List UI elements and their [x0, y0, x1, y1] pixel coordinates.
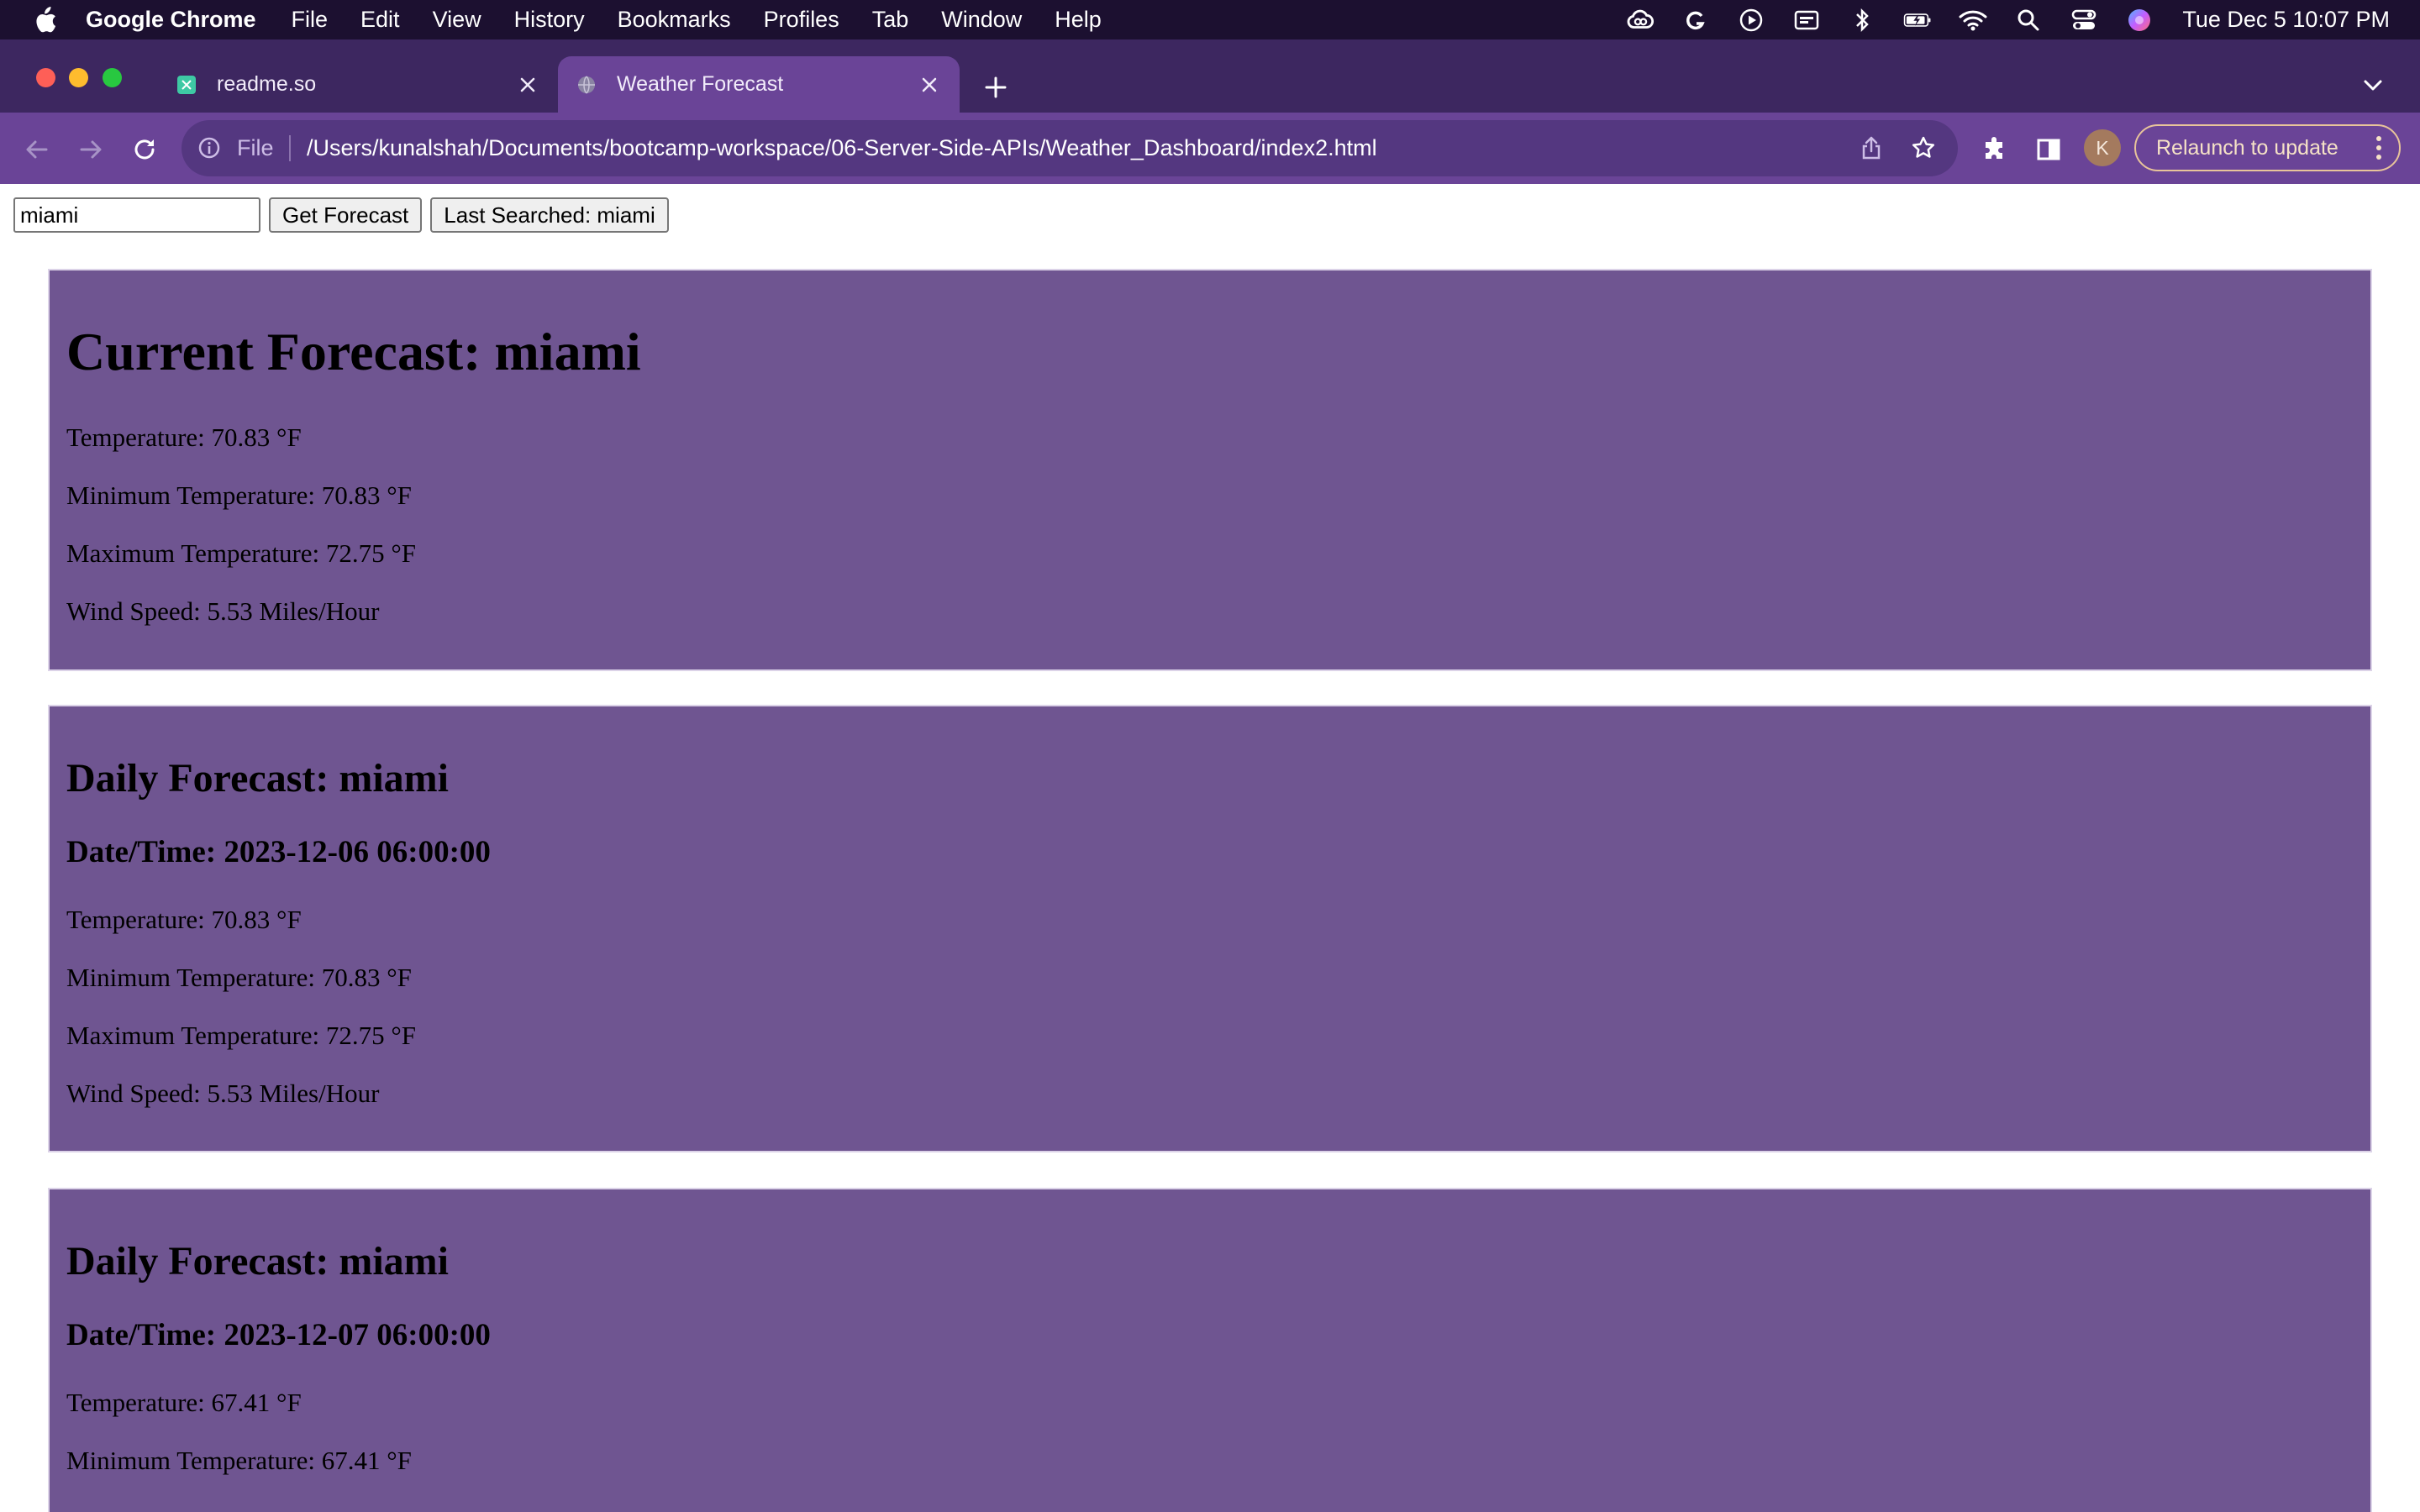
relaunch-label: Relaunch to update	[2156, 135, 2338, 160]
url-text[interactable]: /Users/kunalshah/Documents/bootcamp-work…	[307, 120, 1377, 176]
apple-logo-icon[interactable]	[32, 6, 57, 34]
readme-favicon-icon	[176, 75, 197, 95]
daily-wind-speed: Wind Speed: 5.53 Miles/Hour	[66, 1079, 380, 1108]
close-tab-icon[interactable]	[516, 73, 539, 97]
site-info-icon[interactable]	[195, 134, 224, 162]
siri-icon[interactable]	[2125, 8, 2154, 33]
globe-icon	[576, 75, 597, 95]
bookmark-star-icon[interactable]	[1909, 134, 1938, 162]
profile-avatar[interactable]: K	[2084, 129, 2121, 166]
last-searched-button[interactable]: Last Searched: miami	[430, 197, 669, 233]
menu-window[interactable]: Window	[941, 7, 1022, 33]
tab-title: Weather Forecast	[617, 72, 784, 96]
share-icon[interactable]	[1857, 134, 1886, 162]
browser-tab-strip: readme.so Weather Forecast	[0, 39, 2420, 113]
current-max-temperature: Maximum Temperature: 72.75 °F	[66, 538, 417, 568]
daily-temperature: Temperature: 70.83 °F	[66, 905, 302, 934]
more-vertical-icon[interactable]	[2369, 131, 2389, 165]
menu-help[interactable]: Help	[1055, 7, 1102, 33]
menu-file[interactable]: File	[292, 7, 329, 33]
web-page: Get Forecast Last Searched: miami Curren…	[0, 184, 2420, 1512]
menu-profiles[interactable]: Profiles	[764, 7, 839, 33]
url-separator	[289, 135, 291, 161]
tab-readme[interactable]: readme.so	[158, 56, 558, 113]
wifi-icon[interactable]	[1959, 8, 1987, 33]
daily-forecast-heading: Daily Forecast: miami	[66, 1239, 449, 1284]
extensions-puzzle-icon[interactable]	[1978, 133, 2012, 166]
daily-forecast-card: Daily Forecast: miami Date/Time: 2023-12…	[48, 705, 2372, 1152]
window-minimize-button[interactable]	[69, 68, 88, 87]
menu-view[interactable]: View	[433, 7, 481, 33]
control-center-icon[interactable]	[2070, 8, 2098, 33]
current-forecast-card: Current Forecast: miami Temperature: 70.…	[48, 269, 2372, 671]
bluetooth-icon[interactable]	[1848, 8, 1876, 33]
window-close-button[interactable]	[36, 68, 55, 87]
address-bar[interactable]: File /Users/kunalshah/Documents/bootcamp…	[182, 120, 1958, 176]
tab-search-chevron-down-icon[interactable]	[2356, 68, 2390, 102]
menu-history[interactable]: History	[514, 7, 585, 33]
spotlight-search-icon[interactable]	[2014, 8, 2043, 33]
back-arrow-icon[interactable]	[20, 133, 54, 166]
daily-temperature: Temperature: 67.41 °F	[66, 1388, 302, 1417]
current-min-temperature: Minimum Temperature: 70.83 °F	[66, 480, 412, 510]
daily-max-temperature: Maximum Temperature: 72.75 °F	[66, 1021, 417, 1050]
macos-menubar: Google Chrome File Edit View History Boo…	[0, 0, 2420, 39]
play-circle-icon[interactable]	[1737, 8, 1765, 33]
daily-min-temperature: Minimum Temperature: 67.41 °F	[66, 1446, 412, 1475]
daily-forecast-heading: Daily Forecast: miami	[66, 756, 449, 801]
tab-weather-forecast[interactable]: Weather Forecast	[558, 56, 960, 113]
reload-icon[interactable]	[128, 133, 161, 166]
daily-forecast-card: Daily Forecast: miami Date/Time: 2023-12…	[48, 1188, 2372, 1512]
creative-cloud-icon[interactable]	[1626, 8, 1655, 33]
daily-min-temperature: Minimum Temperature: 70.83 °F	[66, 963, 412, 992]
current-temperature: Temperature: 70.83 °F	[66, 423, 302, 452]
url-scheme-label: File	[237, 135, 274, 160]
menubar-status-area: Tue Dec 5 10:07 PM	[1599, 0, 2390, 39]
city-search-input[interactable]	[13, 197, 260, 233]
current-wind-speed: Wind Speed: 5.53 Miles/Hour	[66, 596, 380, 626]
menubar-clock[interactable]: Tue Dec 5 10:07 PM	[2182, 7, 2390, 33]
battery-charging-icon[interactable]	[1903, 8, 1932, 33]
menu-edit[interactable]: Edit	[360, 7, 400, 33]
daily-datetime: Date/Time: 2023-12-06 06:00:00	[66, 835, 491, 869]
screen-mirroring-icon[interactable]	[1792, 8, 1821, 33]
menu-app-name[interactable]: Google Chrome	[86, 7, 256, 33]
menu-tab[interactable]: Tab	[872, 7, 909, 33]
current-forecast-heading: Current Forecast: miami	[66, 322, 641, 381]
forward-arrow-icon[interactable]	[74, 133, 108, 166]
menu-bookmarks[interactable]: Bookmarks	[618, 7, 731, 33]
window-zoom-button[interactable]	[103, 68, 122, 87]
side-panel-icon[interactable]	[2032, 133, 2065, 166]
daily-datetime: Date/Time: 2023-12-07 06:00:00	[66, 1318, 491, 1352]
grammarly-icon[interactable]	[1681, 8, 1710, 33]
new-tab-plus-icon[interactable]	[978, 70, 1013, 105]
tab-title: readme.so	[217, 72, 317, 96]
relaunch-to-update-button[interactable]: Relaunch to update	[2134, 124, 2401, 171]
close-tab-icon[interactable]	[918, 73, 941, 97]
get-forecast-button[interactable]: Get Forecast	[269, 197, 423, 233]
search-form: Get Forecast Last Searched: miami	[13, 197, 669, 233]
